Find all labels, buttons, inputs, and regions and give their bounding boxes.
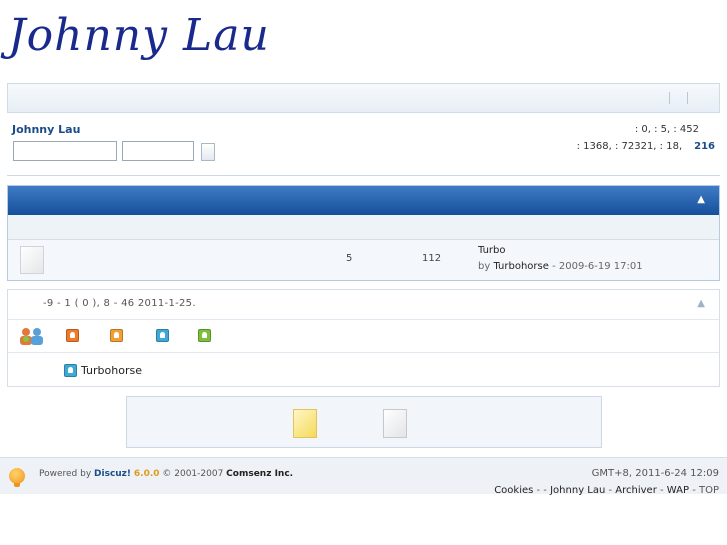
- stats-line-2: : 1368, : 72321, : 18, 216: [577, 141, 715, 152]
- last-post-by: by: [478, 261, 494, 272]
- top-link[interactable]: TOP: [699, 485, 719, 496]
- no-new-posts-icon: [383, 409, 407, 438]
- archiver-link[interactable]: Archiver: [615, 485, 657, 496]
- online-users-box: -9 - 1 ( 0 ), 8 - 46 2011-1-25. ▲ Turboh…: [7, 289, 720, 387]
- online-legend: [8, 320, 719, 353]
- online-member: Turbohorse: [8, 353, 719, 383]
- forum-column-header: [8, 215, 719, 240]
- member-icon: [198, 329, 211, 342]
- user-panel: Johnny Lau: [12, 123, 80, 136]
- login-button[interactable]: [201, 143, 215, 161]
- collapse-icon[interactable]: ▲: [697, 194, 705, 205]
- nav-separator: [687, 92, 688, 104]
- company-link[interactable]: Comsenz Inc.: [226, 469, 293, 479]
- forum-row: 5 112 Turbo by Turbohorse - 2009-6-19 17…: [8, 240, 719, 280]
- member-icon: [110, 329, 123, 342]
- collapse-icon[interactable]: ▲: [697, 298, 705, 309]
- moderator-icon: [66, 329, 79, 342]
- forum-icon: [20, 246, 44, 274]
- stats-counts: : 1368, : 72321, : 18,: [576, 141, 683, 152]
- user-group-icon: [19, 327, 45, 345]
- wap-link[interactable]: WAP: [667, 485, 689, 496]
- divider: [7, 175, 720, 176]
- footer-sep: -: [605, 485, 616, 496]
- forum-posts-count: 112: [422, 253, 442, 264]
- cookies-link[interactable]: Cookies: [494, 485, 533, 496]
- last-post-meta: by Turbohorse - 2009-6-19 17:01: [478, 261, 643, 272]
- powered-prefix: Powered by: [39, 469, 95, 479]
- last-post-author[interactable]: Turbohorse: [493, 261, 548, 272]
- footer-links: Cookies - - Johnny Lau - Archiver - WAP …: [494, 485, 719, 496]
- last-post-time: - 2009-6-19 17:01: [548, 261, 643, 272]
- new-posts-icon: [293, 409, 317, 438]
- powered-by: Powered by Discuz! 6.0.0 © 2001-2007 Com…: [39, 469, 293, 479]
- nav-separator: [669, 92, 670, 104]
- bulb-icon: [9, 468, 25, 487]
- footer-sep: -: [656, 485, 667, 496]
- site-link[interactable]: Johnny Lau: [550, 485, 605, 496]
- forum-category: ▲ 5 112 Turbo by Turbohorse - 2009-6-19 …: [7, 185, 720, 281]
- footer-sep: -: [689, 485, 699, 496]
- version: 6.0.0: [133, 469, 160, 479]
- server-time: GMT+8, 2011-6-24 12:09: [591, 468, 719, 479]
- online-summary: -9 - 1 ( 0 ), 8 - 46 2011-1-25.: [43, 298, 196, 309]
- footer: Powered by Discuz! 6.0.0 © 2001-2007 Com…: [0, 457, 727, 496]
- site-logo[interactable]: Johnny Lau: [8, 6, 270, 66]
- category-header[interactable]: ▲: [8, 186, 719, 215]
- online-count-link[interactable]: 216: [694, 141, 715, 152]
- discuz-link[interactable]: Discuz!: [94, 469, 131, 479]
- forum-topics-count: 5: [346, 253, 353, 264]
- nav-bar: [7, 83, 720, 113]
- password-input[interactable]: [122, 141, 194, 161]
- stats-line-1: : 0, : 5, : 452: [634, 124, 699, 135]
- copyright: © 2001-2007: [159, 469, 227, 479]
- username-input[interactable]: [13, 141, 117, 161]
- online-member-name[interactable]: Turbohorse: [81, 364, 142, 377]
- last-post-title[interactable]: Turbo: [478, 245, 506, 256]
- online-header: -9 - 1 ( 0 ), 8 - 46 2011-1-25. ▲: [8, 290, 719, 320]
- username-link[interactable]: Johnny Lau: [12, 123, 80, 136]
- member-icon: [156, 329, 169, 342]
- icon-legend-box: [126, 396, 602, 448]
- footer-sep: - -: [533, 485, 551, 496]
- member-icon: [64, 364, 77, 377]
